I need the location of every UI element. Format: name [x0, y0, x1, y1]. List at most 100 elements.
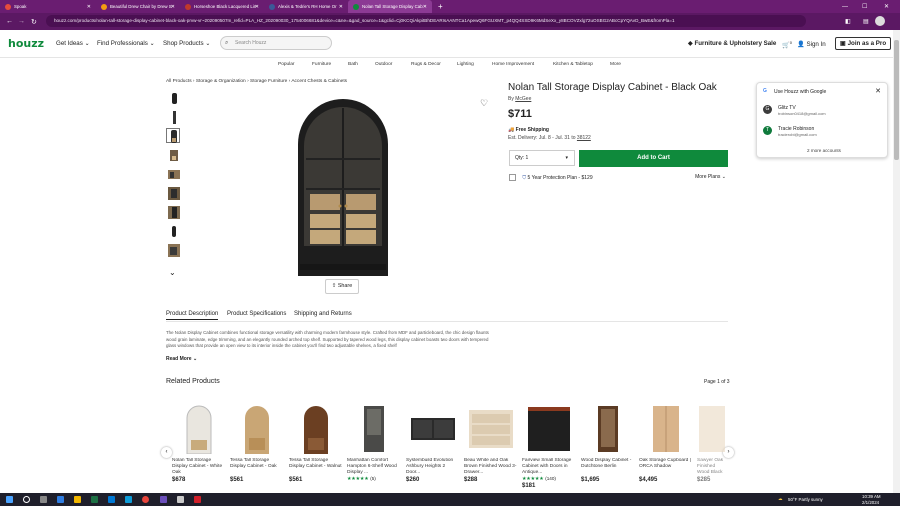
url-field[interactable]: houzz.com/products/nolan-tall-storage-di… [46, 15, 806, 27]
tab-product-description[interactable]: Product Description [166, 311, 219, 320]
more-accounts-link[interactable]: 2 more accounts [807, 148, 841, 153]
related-product-card[interactable]: Systembuild Evolution Ashbury Heights 2 … [406, 400, 460, 483]
task-view-icon[interactable] [40, 496, 47, 503]
breadcrumb-item[interactable]: Storage Furniture [250, 79, 287, 84]
close-window-icon[interactable]: ✕ [884, 3, 889, 10]
breadcrumb-item[interactable]: Storage & Organization [196, 79, 246, 84]
related-product-card[interactable]: Manhattan Comfort Hampton 6-Shelf Wood D… [347, 400, 401, 482]
cart-count-badge: 0 [789, 40, 792, 45]
houzz-logo[interactable]: houzz [8, 37, 44, 50]
cart-icon[interactable]: 🛒0 [782, 40, 792, 49]
read-more-link[interactable]: Read More ⌄ [166, 356, 197, 362]
extensions-icon[interactable]: ◧ [845, 18, 851, 25]
related-product-card[interactable]: Beau White and Oak Brown Finished Wood 3… [464, 400, 518, 483]
nav-find-professionals[interactable]: Find Professionals ⌄ [97, 40, 155, 47]
product-thumbnail[interactable] [166, 223, 180, 238]
edge-icon[interactable] [125, 496, 132, 503]
forward-icon[interactable]: → [18, 18, 25, 25]
close-tab-icon[interactable]: ✕ [339, 4, 343, 10]
product-thumbnail[interactable] [166, 90, 180, 105]
chevron-down-icon[interactable]: ⌄ [169, 268, 176, 277]
chrome-icon[interactable] [142, 496, 149, 503]
add-to-cart-button[interactable]: Add to Cart [579, 150, 728, 167]
browser-tab[interactable]: Beautiful Drew Chair by Drew S ✕ [96, 0, 180, 13]
category-home-improvement[interactable]: Home Improvement [492, 62, 534, 67]
share-button[interactable]: ⇪ Share [325, 279, 359, 294]
browser-tab[interactable]: Spoak ✕ [0, 0, 96, 13]
related-product-card[interactable]: Wood Display Cabinet - Dutchtone Berlin … [581, 400, 635, 483]
google-account-item[interactable]: T Tracie Robinson tracierobi@gmail.com [763, 126, 817, 137]
related-product-card[interactable]: Nolan Tall Storage Display Cabinet - Whi… [172, 400, 226, 483]
clock-date[interactable]: 2/1/2024 [862, 500, 879, 505]
reload-icon[interactable]: ↻ [31, 18, 37, 26]
browser-tab[interactable]: Alexis & Tedrie's RH Home Or ✕ [264, 0, 348, 13]
close-icon[interactable]: ✕ [875, 87, 881, 95]
browser-app-icon[interactable] [177, 496, 184, 503]
close-tab-icon[interactable]: ✕ [255, 4, 259, 10]
close-tab-icon[interactable]: ✕ [171, 4, 175, 10]
back-icon[interactable]: ← [6, 18, 13, 25]
search-icon[interactable] [23, 496, 30, 503]
scrollbar-thumb[interactable] [894, 40, 899, 160]
file-explorer-icon[interactable] [74, 496, 81, 503]
breadcrumb-item[interactable]: Accent Chests & Cabinets [291, 79, 347, 84]
more-plans-link[interactable]: More Plans ⌄ [695, 174, 726, 180]
sign-in-link[interactable]: 👤 Sign In [797, 40, 826, 48]
product-thumbnail[interactable] [166, 166, 180, 181]
related-product-card[interactable]: Fairview Small Storage Cabinet with Door… [522, 400, 576, 489]
excel-icon[interactable] [91, 496, 98, 503]
close-tab-icon[interactable]: ✕ [87, 4, 91, 10]
related-product-card[interactable]: Tessa Tall Storage Display Cabinet - Oak… [230, 400, 284, 483]
sale-banner-link[interactable]: ◆ Furniture & Upholstery Sale [688, 40, 776, 47]
minimize-icon[interactable]: — [842, 4, 848, 10]
category-outdoor[interactable]: Outdoor [375, 62, 392, 67]
category-lighting[interactable]: Lighting [457, 62, 474, 67]
brand-link[interactable]: McGee [515, 96, 531, 102]
new-tab-button[interactable]: + [438, 2, 443, 11]
product-image [697, 400, 727, 458]
nav-get-ideas[interactable]: Get Ideas ⌄ [56, 40, 90, 47]
category-rugs-decor[interactable]: Rugs & Decor [411, 62, 441, 67]
checkbox[interactable] [509, 174, 516, 181]
clock-time[interactable]: 10:39 AM [862, 494, 881, 499]
maximize-icon[interactable]: ☐ [862, 3, 867, 10]
product-thumbnail[interactable] [166, 185, 180, 200]
product-thumbnail[interactable] [166, 204, 180, 219]
join-pro-button[interactable]: ▣ Join as a Pro [835, 37, 892, 50]
carousel-prev-icon[interactable]: ‹ [161, 447, 172, 458]
product-main-image[interactable] [296, 96, 390, 276]
product-thumbnail[interactable] [166, 109, 180, 124]
category-popular[interactable]: Popular [278, 62, 295, 67]
zip-link[interactable]: 38122 [577, 135, 591, 141]
nav-shop-products[interactable]: Shop Products ⌄ [163, 40, 211, 47]
breadcrumb-item[interactable]: All Products [166, 79, 192, 84]
mail-icon[interactable] [108, 496, 115, 503]
category-furniture[interactable]: Furniture [312, 62, 331, 67]
tab-shipping-returns[interactable]: Shipping and Returns [294, 311, 352, 317]
related-product-card[interactable]: Tessa Tall Storage Display Cabinet - Wal… [289, 400, 343, 483]
heart-icon[interactable]: ♡ [480, 98, 488, 109]
close-tab-icon[interactable]: ✕ [423, 4, 427, 10]
category-bath[interactable]: Bath [348, 62, 358, 67]
acrobat-icon[interactable] [194, 496, 201, 503]
browser-tab-active[interactable]: Nolan Tall Storage Display Cab ✕ [348, 0, 432, 13]
widgets-icon[interactable] [57, 496, 64, 503]
profile-avatar[interactable] [875, 16, 885, 26]
product-thumbnail[interactable] [166, 242, 180, 257]
browser-tab[interactable]: Horseshoe Black Lacquered Lin ✕ [180, 0, 264, 13]
sidebar-icon[interactable]: ▤ [863, 18, 869, 25]
product-thumbnail-selected[interactable] [166, 128, 180, 143]
related-product-card[interactable]: Oak Storage Cupboard | ORCA Shadow $4,49… [639, 400, 693, 483]
weather-text[interactable]: 50°F Partly sunny [788, 497, 823, 502]
quantity-select[interactable]: Qty: 1 ▾ [509, 150, 575, 166]
category-more[interactable]: More [610, 62, 621, 67]
teams-icon[interactable] [160, 496, 167, 503]
related-product-card[interactable]: Sawyer Oak Finished Wood Black Metal $28… [697, 400, 727, 483]
windows-start-icon[interactable] [6, 496, 13, 503]
category-kitchen-tabletop[interactable]: Kitchen & Tabletop [553, 62, 593, 67]
page-scrollbar[interactable] [893, 30, 900, 493]
tab-product-specifications[interactable]: Product Specifications [227, 311, 286, 317]
product-thumbnail[interactable] [166, 147, 180, 162]
search-input[interactable]: ⌕ Search Houzz [220, 36, 332, 50]
google-account-item[interactable]: G Glitz TV trobinson0418@gmail.com [763, 105, 826, 116]
